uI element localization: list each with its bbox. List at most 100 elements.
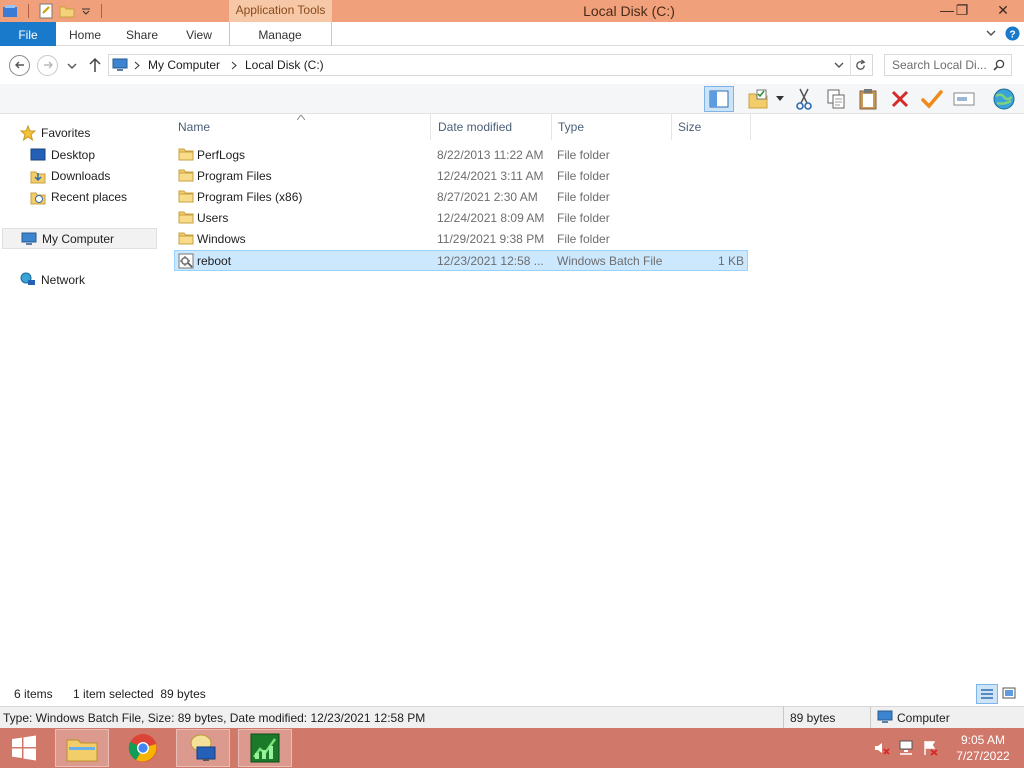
checkmark-icon (921, 90, 943, 109)
expand-ribbon-chevron-icon[interactable] (986, 30, 996, 38)
task-manager-icon (250, 733, 280, 763)
status-divider (783, 707, 784, 728)
file-date-modified: 11/29/2021 9:38 PM (437, 232, 545, 246)
copy-button[interactable] (822, 86, 850, 112)
back-button[interactable] (9, 55, 30, 76)
file-size (677, 166, 744, 187)
desktop-icon (30, 148, 46, 161)
address-history-chevron-icon[interactable] (834, 62, 844, 70)
file-type: File folder (557, 190, 610, 204)
preview-pane-button[interactable] (704, 86, 734, 112)
tab-file[interactable]: File (0, 22, 56, 46)
action-center-icon[interactable] (922, 740, 938, 756)
tab-manage[interactable]: Manage (250, 22, 310, 46)
breadcrumb-my-computer[interactable]: My Computer (148, 58, 220, 72)
selected-size: 89 bytes (790, 711, 836, 725)
star-icon (20, 125, 36, 141)
network-tray-icon[interactable] (898, 740, 914, 756)
breadcrumb-separator-icon[interactable] (231, 61, 237, 70)
start-button[interactable] (0, 729, 48, 767)
checklist-folder-icon (748, 89, 768, 109)
taskbar-task-manager[interactable] (238, 729, 292, 767)
batch-file-icon (178, 253, 194, 274)
taskbar-file-explorer[interactable] (55, 729, 109, 767)
rename-icon (953, 92, 975, 106)
file-name: Windows (197, 232, 246, 246)
column-header-type[interactable]: Type (552, 114, 672, 140)
forward-button[interactable] (37, 55, 58, 76)
large-icons-view-button[interactable] (1000, 685, 1020, 703)
paste-button[interactable] (854, 86, 882, 112)
nav-network-label: Network (41, 273, 86, 287)
select-dropdown-chevron-icon[interactable] (776, 96, 784, 102)
nav-my-computer-label: My Computer (42, 231, 115, 246)
details-view-button[interactable] (976, 684, 998, 704)
column-header-date-modified[interactable]: Date modified (432, 114, 552, 140)
file-date-modified: 12/24/2021 3:11 AM (437, 169, 544, 183)
recent-places-icon (30, 192, 46, 205)
ribbon-tabs: File Home Share View Manage ? (0, 22, 1024, 46)
file-row[interactable]: Windows 11/29/2021 9:38 PM File folder (174, 229, 748, 250)
copy-icon (827, 89, 845, 109)
search-icon[interactable] (993, 59, 1005, 71)
details-view-icon (981, 689, 993, 699)
file-size (677, 145, 744, 166)
file-list: Name Date modified Type Size PerfLogs 8/2… (160, 114, 1024, 686)
status-bar: 6 items 1 item selected 89 bytes (0, 683, 1024, 706)
nav-my-computer[interactable]: My Computer (2, 228, 157, 249)
address-bar[interactable]: My Computer Local Disk (C:) (108, 54, 873, 76)
file-row[interactable]: reboot 12/23/2021 12:58 ... Windows Batch … (174, 250, 748, 271)
tab-view[interactable]: View (178, 22, 220, 46)
file-row[interactable]: Users 12/24/2021 8:09 AM File folder (174, 208, 748, 229)
nav-recent-places-label: Recent places (51, 190, 128, 204)
file-row[interactable]: Program Files 12/24/2021 3:11 AM File fold… (174, 166, 748, 187)
taskbar-chrome[interactable] (116, 729, 170, 767)
nav-downloads[interactable]: Downloads (30, 166, 110, 186)
svg-text:?: ? (1009, 29, 1015, 40)
navigation-pane: Favorites Desktop Downloads Recent place… (0, 114, 158, 686)
help-icon[interactable]: ? (1005, 26, 1020, 41)
scissors-icon (796, 88, 812, 110)
file-type: File folder (557, 169, 610, 183)
network-icon (20, 272, 35, 285)
file-row[interactable]: Program Files (x86) 8/27/2021 2:30 AM File… (174, 187, 748, 208)
column-header-name[interactable]: Name (172, 114, 431, 140)
search-input[interactable] (885, 55, 989, 75)
column-header-size[interactable]: Size (672, 114, 751, 140)
tab-share[interactable]: Share (120, 22, 164, 46)
rename-button[interactable] (950, 86, 978, 112)
delete-button[interactable] (886, 86, 914, 112)
nav-favorites[interactable]: Favorites (20, 123, 90, 143)
up-arrow-icon[interactable] (88, 57, 102, 73)
computer-location-icon (112, 58, 128, 71)
globe-button[interactable] (988, 86, 1020, 112)
refresh-icon[interactable] (854, 59, 867, 72)
nav-desktop[interactable]: Desktop (30, 145, 95, 165)
item-count: 6 items (14, 687, 53, 701)
details-status-bar: Type: Windows Batch File, Size: 89 bytes… (0, 706, 1024, 728)
close-button[interactable]: ✕ (982, 0, 1024, 20)
breadcrumb-separator-icon[interactable] (134, 61, 140, 70)
file-name: Program Files (x86) (197, 190, 303, 204)
recent-locations-chevron-icon[interactable] (67, 62, 77, 70)
selection-info: 1 item selected 89 bytes (73, 687, 206, 701)
system-clock[interactable]: 9:05 AM 7/27/2022 (948, 732, 1018, 764)
breadcrumb-local-disk[interactable]: Local Disk (C:) (245, 58, 324, 72)
select-button[interactable] (744, 86, 772, 112)
nav-recent-places[interactable]: Recent places (30, 187, 127, 207)
globe-icon (993, 88, 1015, 110)
taskbar-remote-desktop[interactable] (176, 729, 230, 767)
tab-home[interactable]: Home (62, 22, 108, 46)
nav-network[interactable]: Network (20, 270, 85, 290)
file-name: Program Files (197, 169, 272, 183)
file-row[interactable]: PerfLogs 8/22/2013 11:22 AM File folder (174, 145, 748, 166)
file-name: PerfLogs (197, 148, 246, 162)
command-toolbar (0, 84, 1024, 114)
restore-button[interactable]: ❐ (947, 0, 977, 20)
volume-muted-icon[interactable] (874, 741, 890, 755)
file-date-modified: 12/23/2021 12:58 ... (437, 254, 544, 268)
cut-button[interactable] (790, 86, 818, 112)
file-size: 1 KB (717, 254, 744, 268)
search-box[interactable] (884, 54, 1012, 76)
apply-button[interactable] (918, 86, 946, 112)
